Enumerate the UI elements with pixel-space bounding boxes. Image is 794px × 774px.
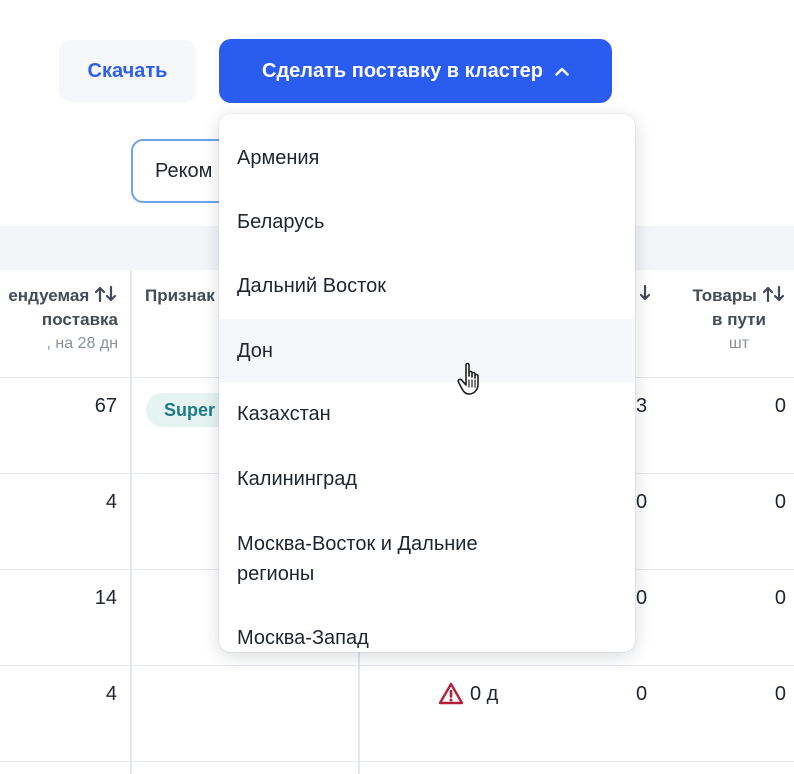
warning-triangle-icon (438, 682, 464, 705)
sort-arrows-icon (94, 285, 117, 303)
header-text: Товары (692, 286, 757, 305)
cell-in-transit: 0 (774, 395, 786, 417)
dropdown-item[interactable]: Москва-Восток и Дальние регионы (219, 526, 635, 592)
supply-to-cluster-button[interactable]: Сделать поставку в кластер (219, 39, 612, 103)
dropdown-item-label: Казахстан (237, 403, 331, 425)
dropdown-item-label: Армения (237, 147, 320, 169)
cell-value: 0 (636, 587, 648, 609)
cell-recommended: 67 (94, 395, 117, 417)
hand-pointer-icon (457, 362, 479, 395)
dropdown-item[interactable]: Казахстан (219, 382, 635, 446)
dropdown-item-label: Дон (237, 339, 273, 362)
header-sub: , на 28 дн (46, 335, 118, 352)
supply-button-label: Сделать поставку в кластер (262, 59, 543, 82)
cell-recommended: 14 (94, 587, 117, 609)
table-row[interactable]: 4 0 д 0 0 (0, 666, 794, 762)
header-text: ендуемая (8, 286, 90, 305)
cell-recommended: 4 (105, 491, 117, 513)
cell-in-transit: 0 (774, 587, 786, 609)
cell-value: 3 (636, 395, 648, 417)
cell-value: 0 (636, 491, 648, 513)
header-text-line2: в пути (712, 310, 766, 329)
filter-value: Реком (155, 159, 213, 182)
dropdown-item[interactable]: Калининград (219, 447, 635, 511)
cluster-dropdown-menu: Армения Беларусь Дальний Восток Дон Каза… (219, 114, 635, 652)
header-text-line2: поставка (41, 310, 118, 329)
header-sub: шт (728, 335, 750, 352)
dropdown-item-label: Дальний Восток (237, 275, 386, 297)
chevron-up-icon (555, 67, 569, 76)
header-text: Признак (145, 286, 215, 305)
dropdown-item[interactable]: Москва-Запад (219, 606, 635, 652)
column-header-attribute[interactable]: Признак (145, 284, 215, 308)
dropdown-item-hovered[interactable]: Дон (219, 319, 635, 382)
download-button[interactable]: Скачать (59, 40, 196, 102)
cell-days: 0 д (470, 683, 499, 705)
cell-recommended: 4 (105, 683, 117, 705)
dropdown-item-label: Москва-Запад (237, 627, 369, 649)
sort-arrows-icon (762, 285, 784, 303)
cell-value: 0 (636, 683, 648, 705)
column-header-recommended-supply[interactable]: ендуемая поставка , на 28 дн (8, 284, 118, 356)
dropdown-item[interactable]: Армения (219, 126, 635, 190)
cell-in-transit: 0 (774, 683, 786, 705)
column-header-goods-in-transit[interactable]: Товары в пути шт (684, 284, 794, 356)
dropdown-item[interactable]: Дальний Восток (219, 254, 635, 318)
dropdown-item[interactable]: Беларусь (219, 190, 635, 254)
dropdown-item-label: Беларусь (237, 211, 325, 233)
dropdown-item-label: Калининград (237, 468, 358, 490)
dropdown-item-label: Москва-Восток и Дальние регионы (237, 533, 478, 585)
cell-in-transit: 0 (774, 491, 786, 513)
